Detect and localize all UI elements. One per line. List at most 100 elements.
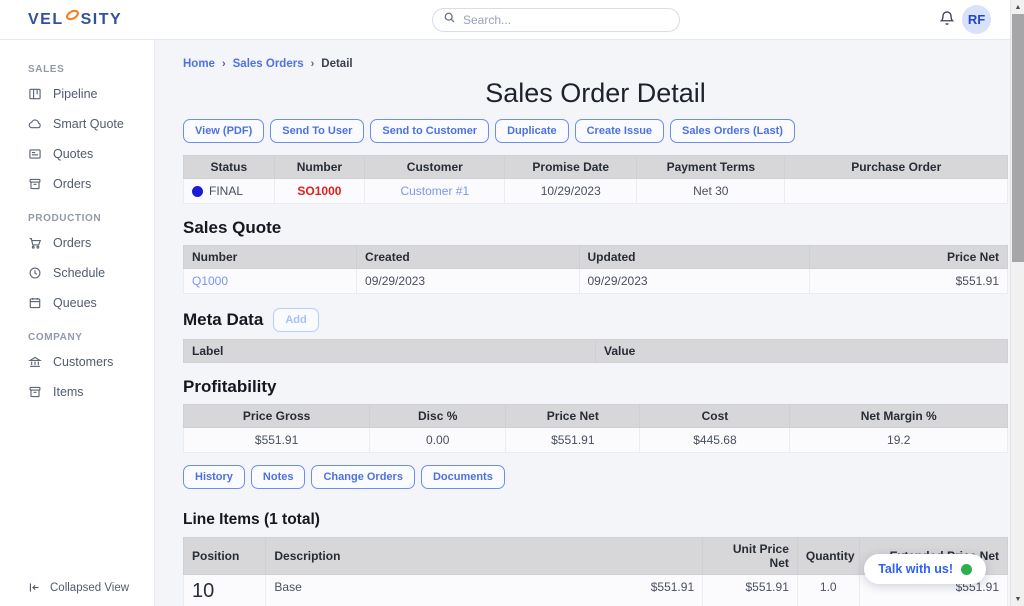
vertical-scrollbar[interactable]: ▲ ▼ (1010, 0, 1024, 606)
status-dot-icon (192, 186, 203, 197)
collapsed-view-label: Collapsed View (50, 582, 129, 594)
documents-button[interactable]: Documents (421, 465, 505, 489)
column-header: Description (266, 538, 703, 575)
notes-button[interactable]: Notes (251, 465, 306, 489)
sidebar-item-label: Orders (53, 236, 91, 250)
column-header: Disc % (370, 405, 506, 428)
quote-link[interactable]: Q1000 (192, 274, 228, 288)
chat-widget-button[interactable]: Talk with us! (864, 554, 986, 584)
breadcrumb-sales-orders-link[interactable]: Sales Orders (233, 58, 304, 70)
promise-date: 10/29/2023 (505, 179, 637, 204)
line-item-unit-price: $551.91 (703, 575, 798, 606)
notifications-bell-icon[interactable] (938, 9, 956, 33)
box-icon (28, 385, 42, 399)
quote-updated: 09/29/2023 (579, 269, 810, 294)
sidebar-item-pipeline[interactable]: Pipeline (0, 79, 154, 109)
send-to-user-button[interactable]: Send To User (270, 119, 364, 143)
column-header: Payment Terms (637, 156, 785, 179)
sidebar-item-quotes[interactable]: Quotes (0, 139, 154, 169)
net-margin-pct: 19.2 (790, 428, 1008, 453)
breadcrumb-separator: › (311, 58, 315, 70)
sidebar-item-smart-quote[interactable]: Smart Quote (0, 109, 154, 139)
sales-quote-title: Sales Quote (183, 218, 1008, 238)
sidebar-item-label: Queues (53, 296, 97, 310)
scrollbar-thumb[interactable] (1012, 14, 1024, 262)
sidebar-item-production-orders[interactable]: Orders (0, 228, 154, 258)
logo-text-pre: VEL (28, 11, 64, 29)
column-header: Purchase Order (785, 156, 1008, 179)
sidebar-item-sales-orders[interactable]: Orders (0, 169, 154, 199)
send-to-customer-button[interactable]: Send to Customer (370, 119, 489, 143)
change-orders-button[interactable]: Change Orders (311, 465, 414, 489)
archive-box-icon (28, 177, 42, 191)
chat-label: Talk with us! (878, 562, 953, 576)
velosity-logo[interactable]: VEL SITY (28, 10, 122, 29)
breadcrumb-home-link[interactable]: Home (183, 58, 215, 70)
search-icon (443, 11, 456, 29)
column-header: Status (184, 156, 275, 179)
collapsed-view-toggle[interactable]: Collapsed View (28, 581, 129, 594)
avatar-initials: RF (968, 12, 985, 27)
sidebar-item-label: Pipeline (53, 87, 97, 101)
meta-data-table: Label Value (183, 339, 1008, 363)
customer-link[interactable]: Customer #1 (400, 184, 469, 198)
search-input[interactable]: Search... (432, 8, 680, 32)
sidebar-item-label: Items (53, 385, 84, 399)
breadcrumb-separator: › (222, 58, 226, 70)
status-badge: FINAL (192, 184, 266, 198)
column-header: Value (596, 340, 1008, 363)
logo-swoosh-icon (65, 8, 80, 27)
meta-data-title: Meta Data (183, 310, 263, 330)
order-action-buttons: View (PDF) Send To User Send to Customer… (183, 119, 1008, 143)
column-header: Cost (640, 405, 790, 428)
line-item-position: 10 (192, 580, 257, 603)
user-avatar[interactable]: RF (962, 5, 991, 34)
search-placeholder: Search... (463, 13, 511, 27)
sidebar-item-label: Quotes (53, 147, 93, 161)
disc-pct: 0.00 (370, 428, 506, 453)
sidebar-nav: SALES Pipeline Smart Quote Quotes Orders… (0, 40, 155, 606)
sidebar-item-label: Customers (53, 355, 113, 369)
quote-price-net: $551.91 (810, 269, 1008, 294)
column-header: Number (184, 246, 357, 269)
sidebar-section-company: COMPANY (0, 332, 154, 343)
scroll-down-button[interactable]: ▼ (1011, 592, 1024, 606)
collapse-arrow-icon (28, 581, 41, 594)
column-header: Price Net (810, 246, 1008, 269)
history-button[interactable]: History (183, 465, 245, 489)
duplicate-button[interactable]: Duplicate (495, 119, 569, 143)
create-issue-button[interactable]: Create Issue (575, 119, 664, 143)
sidebar-section-sales: SALES (0, 64, 154, 75)
price-net: $551.91 (506, 428, 640, 453)
column-header: Label (184, 340, 596, 363)
sidebar-item-customers[interactable]: Customers (0, 347, 154, 377)
sidebar-item-items[interactable]: Items (0, 377, 154, 407)
column-header: Price Net (506, 405, 640, 428)
detail-tab-buttons: History Notes Change Orders Documents (183, 465, 1008, 489)
sidebar-item-label: Orders (53, 177, 91, 191)
sidebar-section-production: PRODUCTION (0, 213, 154, 224)
line-item-base-label: Base (274, 580, 301, 594)
breadcrumb: Home › Sales Orders › Detail (183, 58, 1008, 70)
sales-orders-last-button[interactable]: Sales Orders (Last) (670, 119, 795, 143)
table-row: FINAL SO1000 Customer #1 10/29/2023 Net … (184, 179, 1008, 204)
clock-icon (28, 266, 42, 280)
calendar-icon (28, 296, 42, 310)
breadcrumb-current: Detail (321, 58, 352, 70)
column-header: Net Margin % (790, 405, 1008, 428)
line-item-base-price: $551.91 (651, 580, 694, 594)
column-header: Updated (579, 246, 810, 269)
add-meta-button[interactable]: Add (273, 308, 318, 332)
purchase-order (785, 179, 1008, 204)
sidebar-item-queues[interactable]: Queues (0, 288, 154, 318)
sidebar-item-schedule[interactable]: Schedule (0, 258, 154, 288)
line-items-title: Line Items (1 total) (183, 511, 1008, 529)
price-gross: $551.91 (184, 428, 370, 453)
view-pdf-button[interactable]: View (PDF) (183, 119, 264, 143)
scroll-up-button[interactable]: ▲ (1011, 0, 1024, 14)
table-row: $551.91 0.00 $551.91 $445.68 19.2 (184, 428, 1008, 453)
order-summary-table: Status Number Customer Promise Date Paym… (183, 155, 1008, 204)
sidebar-item-label: Schedule (53, 266, 105, 280)
column-header: Created (357, 246, 579, 269)
column-header: Customer (365, 156, 505, 179)
